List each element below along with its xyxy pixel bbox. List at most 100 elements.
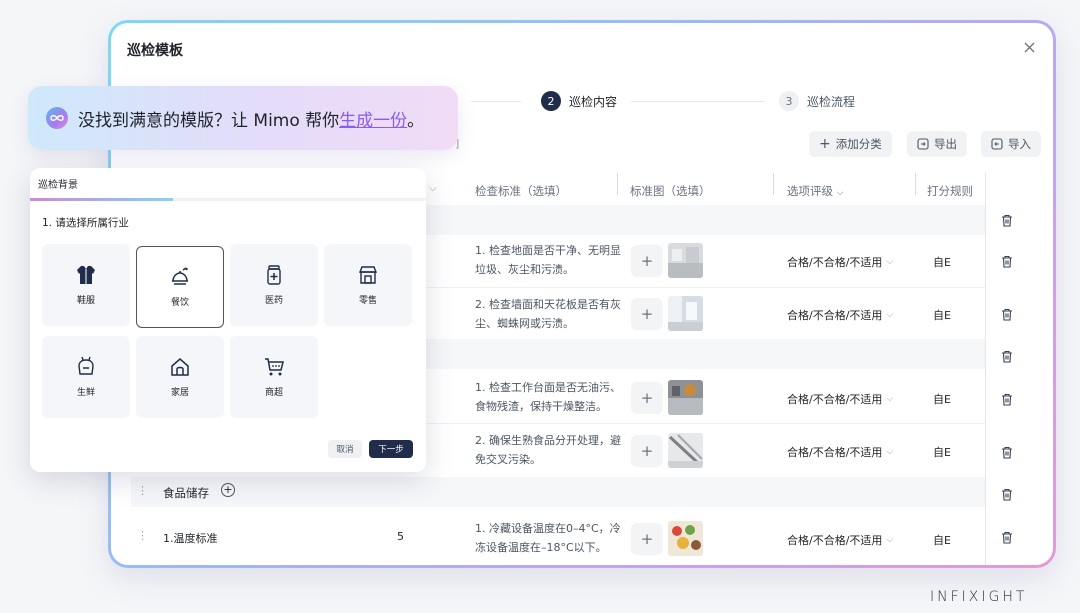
col-score: 打分规则 bbox=[927, 183, 973, 199]
standard-image[interactable] bbox=[668, 380, 703, 415]
mimo-logo-icon bbox=[46, 107, 68, 129]
grade-value: 合格/不合格/不适用 bbox=[787, 444, 882, 460]
add-category-label: 添加分类 bbox=[836, 136, 882, 152]
cart-icon bbox=[263, 356, 285, 378]
step-label: 巡检流程 bbox=[807, 93, 855, 110]
score-rule: 自E bbox=[933, 391, 951, 407]
grade-select[interactable]: 合格/不合格/不适用 ⌵ bbox=[787, 444, 893, 460]
standard-image[interactable] bbox=[668, 433, 703, 468]
step-process[interactable]: 3 巡检流程 bbox=[779, 91, 855, 111]
col-standard: 检查标准（选填） bbox=[475, 183, 567, 199]
card-title: 巡检背景 bbox=[38, 176, 78, 191]
home-icon bbox=[169, 356, 191, 378]
category-row-food-storage: ⋮ 食品储存 + bbox=[131, 477, 1031, 507]
score-rule: 自E bbox=[933, 254, 951, 270]
col-grade[interactable]: 选项评级 ⌵ bbox=[787, 183, 843, 199]
import-label: 导入 bbox=[1008, 136, 1031, 152]
standard-image[interactable] bbox=[668, 243, 703, 278]
generate-link[interactable]: 生成一份 bbox=[339, 111, 407, 131]
standard-image[interactable] bbox=[668, 296, 703, 331]
banner-message: 没找到满意的模版？让 Mimo 帮你生成一份。 bbox=[78, 106, 424, 131]
industry-tile-dining[interactable]: 餐饮 bbox=[136, 246, 224, 328]
dining-icon bbox=[169, 266, 191, 288]
trash-icon[interactable] bbox=[999, 444, 1015, 460]
grade-select[interactable]: 合格/不合格/不适用⌵ bbox=[787, 307, 893, 323]
table-row: ⋮ 1.温度标准 5 1. 冷藏设备温度在0–4°C，冷冻设备温度在–18°C以… bbox=[131, 511, 1031, 565]
industry-tile-medicine[interactable]: 医药 bbox=[230, 244, 318, 326]
industry-label: 鞋服 bbox=[77, 293, 95, 306]
grade-select[interactable]: 合格/不合格/不适用⌵ bbox=[787, 254, 893, 270]
step-label: 巡检内容 bbox=[569, 93, 617, 110]
trash-icon[interactable] bbox=[999, 348, 1015, 364]
chevron-down-icon[interactable]: ⌵ bbox=[429, 183, 437, 194]
drag-handle-icon[interactable]: ⋮ bbox=[137, 484, 148, 497]
standard-text: 2. 确保生熟食品分开处理，避免交叉污染。 bbox=[475, 431, 625, 469]
medicine-icon bbox=[263, 264, 285, 286]
trash-icon[interactable] bbox=[999, 253, 1015, 269]
grade-select[interactable]: 合格/不合格/不适用 ⌵ bbox=[787, 391, 893, 407]
trash-icon[interactable] bbox=[999, 529, 1015, 545]
industry-label: 商超 bbox=[265, 385, 283, 398]
industry-tile-clothing[interactable]: 鞋服 bbox=[42, 244, 130, 326]
industry-label: 餐饮 bbox=[171, 295, 189, 308]
standard-image[interactable] bbox=[668, 521, 703, 556]
store-icon bbox=[357, 264, 379, 286]
industry-tile-home[interactable]: 家居 bbox=[136, 336, 224, 418]
industry-tile-supermarket[interactable]: 商超 bbox=[230, 336, 318, 418]
fresh-food-icon bbox=[75, 356, 97, 378]
trash-icon[interactable] bbox=[999, 391, 1015, 407]
chevron-down-icon: ⌵ bbox=[886, 310, 893, 320]
grade-select[interactable]: 合格/不合格/不适用⌵ bbox=[787, 532, 893, 548]
add-category-button[interactable]: + 添加分类 bbox=[809, 131, 892, 157]
plus-icon: + bbox=[819, 136, 831, 152]
chevron-down-icon: ⌵ bbox=[886, 394, 893, 404]
score-rule: 自E bbox=[933, 444, 951, 460]
chevron-down-icon: ⌵ bbox=[886, 447, 893, 457]
add-image-button[interactable]: + bbox=[631, 382, 663, 414]
column-divider bbox=[617, 173, 618, 195]
standard-text: 2. 检查墙面和天花板是否有灰尘、蜘蛛网或污渍。 bbox=[475, 295, 625, 333]
import-button[interactable]: 导入 bbox=[981, 131, 1041, 157]
step-connector bbox=[471, 101, 521, 102]
add-image-button[interactable]: + bbox=[631, 298, 663, 330]
score-rule: 自E bbox=[933, 532, 951, 548]
close-icon[interactable] bbox=[1021, 39, 1037, 55]
chevron-down-icon: ⌵ bbox=[886, 535, 893, 545]
step-content[interactable]: 2 巡检内容 bbox=[541, 91, 617, 111]
add-circle-icon[interactable]: + bbox=[221, 483, 235, 497]
step-number: 3 bbox=[779, 91, 799, 111]
score-rule: 自E bbox=[933, 307, 951, 323]
export-label: 导出 bbox=[934, 136, 957, 152]
banner-text-after: 。 bbox=[407, 111, 424, 131]
step-connector bbox=[631, 101, 765, 102]
standard-text: 1. 冷藏设备温度在0–4°C，冷冻设备温度在–18°C以下。 bbox=[475, 519, 625, 557]
category-name: 食品储存 bbox=[163, 485, 209, 501]
actions-column bbox=[985, 173, 1031, 565]
industry-label: 家居 bbox=[171, 385, 189, 398]
export-icon bbox=[917, 138, 929, 150]
industry-label: 生鲜 bbox=[77, 385, 95, 398]
grade-value: 合格/不合格/不适用 bbox=[787, 391, 882, 407]
standard-text: 1. 检查工作台面是否无油污、食物残渣，保持干燥整洁。 bbox=[475, 378, 625, 416]
add-image-button[interactable]: + bbox=[631, 523, 663, 555]
col-image: 标准图（选填） bbox=[630, 183, 711, 199]
modal-title: 巡检模板 bbox=[127, 40, 183, 60]
industry-label: 医药 bbox=[265, 293, 283, 306]
inspection-background-card: 巡检背景 1. 请选择所属行业 鞋服 餐饮 医药 零售 生鲜 家居 商超 取消 … bbox=[30, 168, 426, 472]
question-label: 1. 请选择所属行业 bbox=[42, 215, 129, 230]
column-divider bbox=[915, 173, 916, 195]
item-weight: 5 bbox=[397, 530, 404, 543]
standard-text: 1. 检查地面是否干净、无明显垃圾、灰尘和污渍。 bbox=[475, 241, 625, 279]
add-image-button[interactable]: + bbox=[631, 245, 663, 277]
export-button[interactable]: 导出 bbox=[907, 131, 967, 157]
industry-tile-fresh[interactable]: 生鲜 bbox=[42, 336, 130, 418]
next-button[interactable]: 下一步 bbox=[369, 440, 413, 458]
industry-tile-retail[interactable]: 零售 bbox=[324, 244, 412, 326]
clothing-icon bbox=[75, 264, 97, 286]
cancel-button[interactable]: 取消 bbox=[328, 440, 362, 458]
drag-handle-icon[interactable]: ⋮ bbox=[137, 529, 148, 542]
trash-icon[interactable] bbox=[999, 212, 1015, 228]
trash-icon[interactable] bbox=[999, 486, 1015, 502]
add-image-button[interactable]: + bbox=[631, 435, 663, 467]
trash-icon[interactable] bbox=[999, 306, 1015, 322]
